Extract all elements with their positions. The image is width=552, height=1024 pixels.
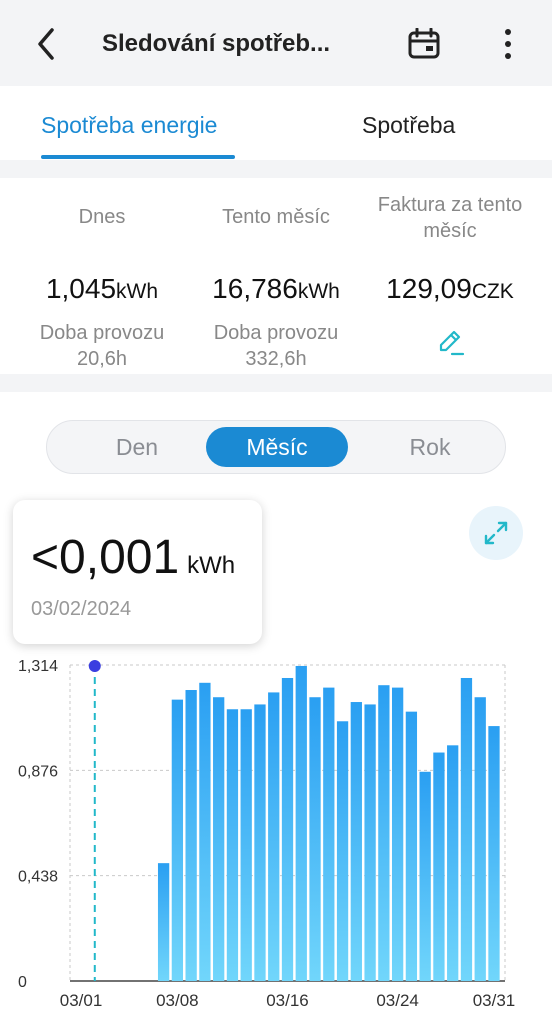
tooltip-value: <0,001 kWh — [31, 532, 235, 592]
stat-today-number: 1,045 — [45, 273, 117, 304]
tab-consumption[interactable]: Spotřeba — [362, 110, 455, 140]
chart-bar[interactable] — [433, 752, 445, 981]
chart-bar[interactable] — [447, 745, 459, 981]
chart-bar[interactable] — [295, 665, 307, 981]
chart-bar[interactable] — [268, 692, 280, 981]
consumption-chart[interactable]: 1,314 0,876 0,438 0 03/01 03/08 03/16 03/24 03/… — [0, 650, 552, 1024]
expand-arrows-icon — [484, 521, 508, 545]
stat-today-value: 1,045kWh — [10, 272, 194, 309]
y-tick-label: 1,314 — [18, 658, 58, 675]
chart-bar[interactable] — [254, 704, 266, 981]
section-divider — [0, 160, 552, 178]
chart-bar[interactable] — [405, 711, 418, 981]
stat-today-runtime-label: Doba provozu — [39, 322, 165, 344]
calendar-button[interactable] — [402, 22, 446, 66]
period-day[interactable]: Den — [87, 421, 187, 473]
calendar-icon — [408, 28, 440, 59]
stat-today: Dnes 1,045kWh Doba provozu 20,6h — [10, 178, 194, 374]
edit-invoice-button[interactable] — [435, 326, 467, 358]
selection-cursor-dot — [88, 660, 101, 672]
active-tab-indicator — [41, 155, 235, 159]
stat-invoice-number: 129,09 — [386, 273, 472, 304]
stat-month-number: 16,786 — [212, 273, 298, 304]
stat-invoice-label: Faktura za tento měsíc — [377, 194, 523, 242]
stat-month-runtime: Doba provozu 332,6h — [184, 320, 368, 372]
stat-today-runtime: Doba provozu 20,6h — [10, 320, 194, 372]
chart-tooltip: <0,001 kWh 03/02/2024 — [13, 500, 262, 644]
chart-bar[interactable] — [281, 677, 294, 981]
x-tick-label: 03/08 — [156, 991, 199, 1010]
chart-bar[interactable] — [240, 709, 252, 981]
chart-bar[interactable] — [391, 687, 404, 981]
section-divider — [0, 374, 552, 392]
page-title: Sledování spotřeb... — [102, 30, 331, 57]
chart-bar[interactable] — [323, 687, 335, 981]
stat-month: Tento měsíc 16,786kWh Doba provozu 332,6h — [184, 178, 368, 374]
stat-today-unit: kWh — [116, 280, 159, 303]
stat-month-value: 16,786kWh — [184, 272, 368, 309]
chevron-left-icon — [38, 28, 54, 60]
stats-panel: Dnes 1,045kWh Doba provozu 20,6h Tento mě… — [0, 178, 552, 374]
chart-bar[interactable] — [378, 685, 390, 981]
tooltip-unit: kWh — [187, 552, 236, 579]
more-menu-button[interactable] — [490, 22, 526, 66]
tab-energy-consumption[interactable]: Spotřeba energie — [41, 110, 217, 140]
y-tick-label: 0 — [18, 974, 27, 991]
chart-bar[interactable] — [185, 690, 197, 981]
stat-month-label: Tento měsíc — [222, 206, 330, 228]
chart-bar[interactable] — [226, 709, 239, 981]
chart-bar[interactable] — [213, 697, 225, 981]
chart-bar[interactable] — [364, 704, 376, 981]
chart-bar[interactable] — [488, 726, 500, 981]
chart-bar[interactable] — [309, 697, 321, 981]
stat-today-label: Dnes — [78, 206, 126, 228]
tab-bar: Spotřeba energie Spotřeba — [0, 86, 552, 160]
chart-bar[interactable] — [171, 699, 184, 981]
chart-bar[interactable] — [460, 677, 473, 981]
y-tick-label: 0,876 — [18, 763, 58, 780]
period-month[interactable]: Měsíc — [206, 427, 348, 467]
pencil-edit-icon — [439, 330, 465, 356]
chart-bar[interactable] — [474, 697, 486, 981]
x-tick-label: 03/24 — [376, 991, 419, 1010]
y-tick-label: 0,438 — [18, 869, 58, 886]
x-tick-label: 03/31 — [473, 991, 516, 1010]
chart-bar[interactable] — [350, 702, 362, 981]
stat-invoice-value: 129,09CZK — [358, 272, 542, 309]
chart-bar[interactable] — [157, 863, 170, 981]
x-tick-label: 03/16 — [266, 991, 309, 1010]
chart-bar[interactable] — [419, 771, 431, 981]
stat-month-runtime-value: 332,6h — [245, 348, 307, 370]
stat-invoice: Faktura za tento měsíc 129,09CZK — [358, 178, 542, 374]
stat-invoice-unit: CZK — [471, 280, 514, 303]
back-button[interactable] — [26, 22, 66, 66]
app-header: Sledování spotřeb... — [0, 0, 552, 86]
x-tick-label: 03/01 — [60, 991, 103, 1010]
tooltip-date: 03/02/2024 — [31, 598, 132, 620]
stat-month-runtime-label: Doba provozu — [213, 322, 339, 344]
stat-month-unit: kWh — [297, 280, 340, 303]
more-vertical-icon — [505, 29, 511, 59]
period-year[interactable]: Rok — [380, 421, 480, 473]
stat-today-runtime-value: 20,6h — [76, 348, 128, 370]
period-selector: Den Měsíc Rok — [46, 420, 506, 474]
chart-bar[interactable] — [336, 721, 349, 981]
chart-bar[interactable] — [199, 682, 211, 981]
tooltip-number: <0,001 — [31, 531, 180, 584]
expand-chart-button[interactable] — [469, 506, 523, 560]
